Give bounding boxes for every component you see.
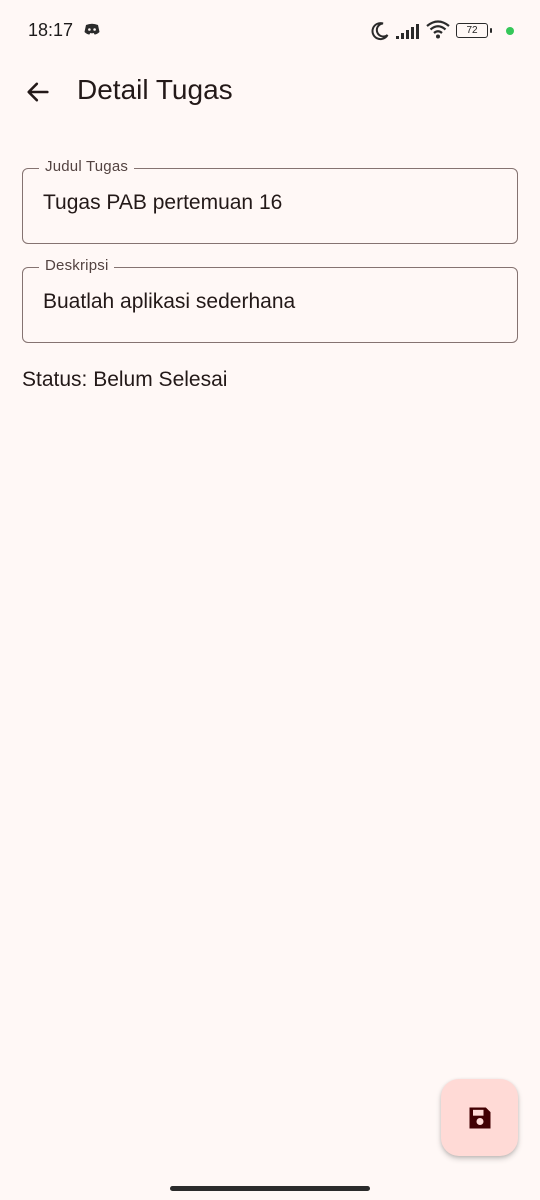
title-field-label: Judul Tugas xyxy=(39,158,135,175)
status-time: 18:17 xyxy=(28,20,74,40)
wifi-icon xyxy=(426,20,450,39)
title-input[interactable] xyxy=(43,191,503,215)
description-field[interactable]: Deskripsi xyxy=(22,257,518,343)
moon-icon xyxy=(371,22,389,41)
home-indicator[interactable] xyxy=(170,1186,370,1191)
description-field-label: Deskripsi xyxy=(39,257,115,274)
status-text: Status: Belum Selesai xyxy=(22,368,228,391)
page-title: Detail Tugas xyxy=(77,74,233,105)
battery-icon: 72 xyxy=(456,23,488,38)
battery-tip xyxy=(490,28,492,33)
back-button[interactable] xyxy=(18,72,58,112)
arrow-back-icon xyxy=(27,82,49,102)
battery-level: 72 xyxy=(466,25,478,36)
status-icons: 72 xyxy=(354,20,514,42)
top-app-bar: Detail Tugas xyxy=(0,60,540,124)
privacy-dot-icon xyxy=(506,27,514,35)
status-bar: 18:17 72 xyxy=(0,0,540,60)
signal-icon xyxy=(396,24,419,39)
title-field[interactable]: Judul Tugas xyxy=(22,158,518,244)
description-input[interactable] xyxy=(43,290,503,314)
save-icon xyxy=(469,1107,490,1128)
discord-icon xyxy=(84,23,100,35)
save-button[interactable] xyxy=(441,1079,518,1156)
